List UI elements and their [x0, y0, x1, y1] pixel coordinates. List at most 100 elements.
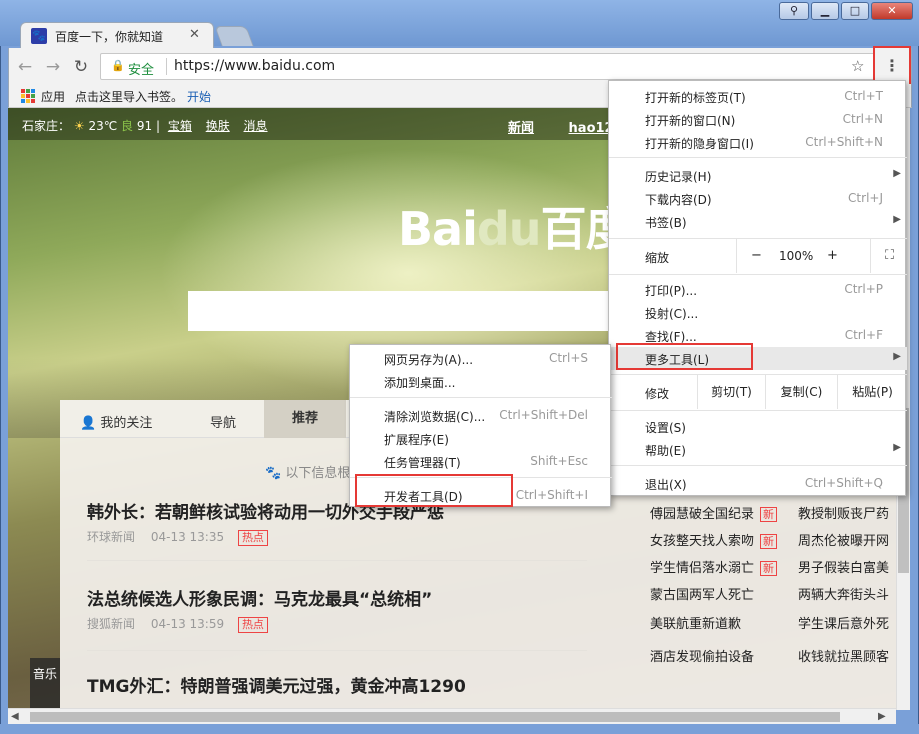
tab-baidu[interactable]: 🐾 百度一下，你就知道 ✕: [20, 22, 214, 48]
menu-bookmarks[interactable]: 书签(B)▶: [609, 210, 907, 233]
chrome-main-menu: 打开新的标签页(T)Ctrl+T 打开新的窗口(N) Ctrl+N 打开新的隐身窗…: [608, 80, 906, 496]
hot-item[interactable]: 收钱就拉黑顾客: [798, 646, 889, 665]
zoom-in-button[interactable]: +: [827, 248, 838, 263]
zoom-row: 缩放 − 100% + ⛶: [609, 239, 907, 273]
hot-item[interactable]: 教授制贩丧尸药: [798, 503, 889, 522]
search-input[interactable]: [188, 291, 618, 331]
news-link[interactable]: 新闻: [508, 121, 534, 136]
menu-shortcut: Ctrl+Shift+Q: [805, 476, 883, 490]
apps-label[interactable]: 应用: [41, 88, 65, 105]
menu-cast[interactable]: 投射(C)...: [609, 301, 907, 324]
submenu-arrow-icon: ▶: [893, 214, 901, 225]
news-meta: 环球新闻 04-13 13:35 热点: [87, 528, 268, 546]
baidu-logo: Baidu百度: [398, 193, 631, 259]
news-source[interactable]: 环球新闻: [87, 530, 135, 544]
menu-shortcut: Ctrl+T: [844, 89, 883, 103]
menu-settings[interactable]: 设置(S): [609, 415, 907, 438]
menu-shortcut: Ctrl+Shift+Del: [499, 408, 588, 422]
close-tab-icon[interactable]: ✕: [189, 27, 200, 42]
maximize-button[interactable]: □: [841, 2, 869, 20]
tab-recommend[interactable]: 推荐: [264, 400, 346, 438]
hot-item[interactable]: 女孩整天找人索吻新: [650, 530, 777, 549]
menu-shortcut: Ctrl+P: [844, 282, 883, 296]
menu-separator: [609, 157, 907, 158]
menu-label: 清除浏览数据(C)...: [384, 408, 485, 425]
apps-grid-icon[interactable]: [21, 89, 35, 103]
message-link[interactable]: 消息: [244, 119, 268, 133]
hot-item[interactable]: 蒙古国两军人死亡: [650, 584, 754, 603]
user-button[interactable]: ⚲: [779, 2, 809, 20]
hot-item-text: 傅园慧破全国纪录: [650, 507, 754, 522]
hot-item[interactable]: 学生课后意外死: [798, 613, 889, 632]
horizontal-scrollbar[interactable]: ◀ ▶: [8, 708, 896, 724]
menu-exit[interactable]: 退出(X)Ctrl+Shift+Q: [609, 472, 907, 495]
menu-label: 添加到桌面...: [384, 374, 455, 391]
menu-print[interactable]: 打印(P)... Ctrl+P: [609, 278, 907, 301]
menu-label: 打开新的窗口(N): [645, 112, 735, 129]
tab-nav[interactable]: 导航: [210, 412, 236, 431]
forward-button[interactable]: →: [42, 56, 64, 78]
scroll-right-icon[interactable]: ▶: [878, 711, 886, 722]
zoom-controls: − 100% + ⛶: [736, 239, 907, 273]
tab-follow-label: 我的关注: [100, 416, 152, 431]
hot-item[interactable]: 酒店发现偷拍设备: [650, 646, 754, 665]
star-icon[interactable]: ☆: [851, 57, 864, 75]
menu-history[interactable]: 历史记录(H)▶: [609, 164, 907, 187]
hot-item[interactable]: 男子假装白富美: [798, 557, 889, 576]
hot-item[interactable]: 学生情侣落水溺亡新: [650, 557, 777, 576]
cut-button[interactable]: 剪切(T): [697, 375, 765, 409]
zoom-out-button[interactable]: −: [751, 248, 762, 263]
address-bar[interactable]: 🔒 安全 https://www.baidu.com ☆: [100, 53, 875, 80]
menu-new-window[interactable]: 打开新的窗口(N) Ctrl+N: [609, 108, 907, 131]
logo-paw-text: du: [477, 202, 541, 256]
menu-shortcut: Ctrl+J: [848, 191, 883, 205]
news-time: 04-13 13:59: [151, 617, 224, 631]
news-time: 04-13 13:35: [151, 530, 224, 544]
news-title[interactable]: 法总统候选人形象民调：马克龙最具“总统相”: [87, 585, 432, 610]
menu-new-incognito[interactable]: 打开新的隐身窗口(I)Ctrl+Shift+N: [609, 131, 907, 154]
reload-button[interactable]: ↻: [70, 56, 92, 78]
start-link[interactable]: 开始: [187, 88, 211, 105]
treasure-link[interactable]: 宝箱: [168, 119, 192, 133]
menu-shortcut: Ctrl+F: [845, 328, 883, 342]
horizontal-scroll-thumb[interactable]: [30, 712, 840, 722]
developer-tools-highlight: [355, 474, 513, 507]
tab-follow[interactable]: 👤 我的关注: [80, 412, 152, 431]
fullscreen-icon[interactable]: ⛶: [870, 239, 908, 273]
hot-item[interactable]: 两辆大奔街头斗: [798, 584, 889, 603]
menu-label: 帮助(E): [645, 442, 686, 459]
submenu-task-manager[interactable]: 任务管理器(T)Shift+Esc: [350, 450, 612, 473]
menu-label: 设置(S): [645, 419, 686, 436]
submenu-extensions[interactable]: 扩展程序(E): [350, 427, 612, 450]
menu-label: 历史记录(H): [645, 168, 711, 185]
skin-link[interactable]: 换肤: [206, 119, 230, 133]
paste-button[interactable]: 粘贴(P): [837, 375, 907, 409]
music-button[interactable]: 音乐: [30, 658, 60, 710]
feed-hint: 🐾 以下信息根: [265, 462, 350, 481]
submenu-clear-data[interactable]: 清除浏览数据(C)... Ctrl+Shift+Del: [350, 404, 612, 427]
hot-item[interactable]: 美联航重新道歉: [650, 613, 741, 632]
copy-button[interactable]: 复制(C): [765, 375, 837, 409]
hot-item[interactable]: 傅园慧破全国纪录新: [650, 503, 777, 522]
scroll-left-icon[interactable]: ◀: [11, 711, 19, 722]
back-button[interactable]: ←: [14, 56, 36, 78]
menu-help[interactable]: 帮助(E)▶: [609, 438, 907, 461]
submenu-add-to-desktop[interactable]: 添加到桌面...: [350, 370, 612, 393]
news-source[interactable]: 搜狐新闻: [87, 617, 135, 631]
close-window-button[interactable]: ✕: [871, 2, 913, 20]
menu-shortcut: Ctrl+N: [843, 112, 883, 126]
menu-new-tab[interactable]: 打开新的标签页(T)Ctrl+T: [609, 85, 907, 108]
hot-item[interactable]: 周杰伦被曝开网: [798, 530, 889, 549]
menu-label: 打印(P)...: [645, 282, 697, 299]
sun-icon: ☀: [74, 119, 85, 133]
minimize-button[interactable]: ▁: [811, 2, 839, 20]
submenu-save-page[interactable]: 网页另存为(A)...Ctrl+S: [350, 347, 612, 370]
zoom-label: 缩放: [645, 249, 669, 266]
menu-downloads[interactable]: 下载内容(D)Ctrl+J: [609, 187, 907, 210]
new-badge: 新: [760, 534, 777, 549]
edit-row: 修改 剪切(T) 复制(C) 粘贴(P): [609, 375, 907, 409]
news-title[interactable]: TMG外汇：特朗普强调美元过强，黄金冲高1290: [87, 672, 466, 697]
weather-info: 石家庄： ☀ 23℃ 良 91 | 宝箱 换肤 消息: [22, 117, 268, 134]
url-text[interactable]: https://www.baidu.com: [174, 58, 335, 74]
hot-item-text: 女孩整天找人索吻: [650, 534, 754, 549]
